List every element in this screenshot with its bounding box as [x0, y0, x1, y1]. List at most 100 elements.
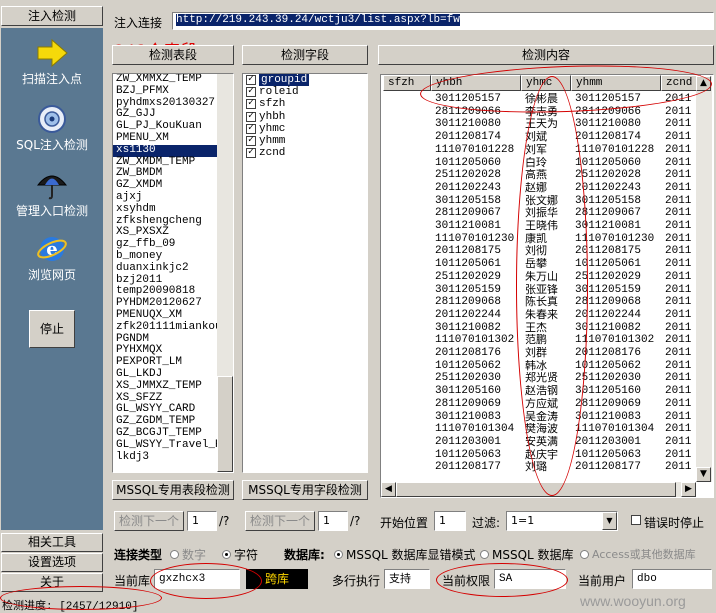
grid-column-header[interactable]: yhmm: [571, 75, 661, 91]
field-list-item[interactable]: ✓ sfzh: [243, 98, 367, 110]
table-index-input[interactable]: 1: [187, 511, 217, 531]
fields-listbox[interactable]: ✓ groupid ✓ roleid ✓ sfzh ✓ yhbh ✓ yhmc ✓ yhmm ✓ zcnd: [242, 73, 368, 473]
table-row[interactable]: 2011208175 刘彻 2011208175 2011: [381, 245, 697, 258]
db-mssql-error-mode[interactable]: MSSQL 数据库显错模式: [334, 546, 476, 563]
multi-exec-value[interactable]: 支持: [384, 569, 430, 589]
table-row[interactable]: 2811209066 李志勇 2811209066 2011: [381, 106, 697, 119]
scan-injection-item[interactable]: 扫描注入点: [1, 38, 103, 87]
table-row[interactable]: 2811209067 刘振华 2811209067 2011: [381, 207, 697, 220]
table-list-item[interactable]: PMENUQX_XM: [113, 309, 233, 322]
stop-on-error-checkbox[interactable]: [631, 515, 641, 525]
db-mssql[interactable]: MSSQL 数据库: [480, 546, 574, 563]
field-list-item[interactable]: ✓ groupid: [243, 74, 367, 87]
field-checkbox[interactable]: ✓: [246, 136, 256, 147]
cross-db-button[interactable]: 跨库: [246, 569, 308, 589]
table-row[interactable]: 3011205159 张亚锋 3011205159 2011: [381, 284, 697, 297]
tables-scrollbar[interactable]: [217, 74, 233, 472]
table-list-item[interactable]: PMENU_XM: [113, 132, 233, 145]
table-row[interactable]: 2011202243 赵娜 2011202243 2011: [381, 182, 697, 195]
field-list-item[interactable]: ✓ yhbh: [243, 111, 367, 123]
table-row[interactable]: 1011205060 白玲 1011205060 2011: [381, 157, 697, 170]
field-list-item[interactable]: ✓ yhmc: [243, 123, 367, 135]
admin-entry-item[interactable]: 管理入口检测: [1, 170, 103, 219]
url-input[interactable]: http://219.243.39.24/wctju3/list.aspx?lb…: [172, 12, 714, 30]
table-row[interactable]: 3011205158 张文娜 3011205158 2011: [381, 195, 697, 208]
table-row[interactable]: 3011210083 吴金涛 3011210083 2011: [381, 411, 697, 424]
stop-button[interactable]: 停止: [29, 310, 75, 348]
scroll-down-button[interactable]: ▼: [696, 467, 711, 482]
conn-type-string[interactable]: 字符: [222, 546, 258, 563]
table-list-item[interactable]: duanxinkjc2: [113, 262, 233, 275]
table-row[interactable]: 2811209069 方应斌 2811209069 2011: [381, 398, 697, 411]
table-row[interactable]: 111070101228 刘军 111070101228 2011: [381, 144, 697, 157]
field-checkbox[interactable]: ✓: [246, 99, 256, 110]
tables-listbox[interactable]: ZW_XMMXZ_TEMP BZJ_PFMX pyhdmxs20130327 GZ_G…: [112, 73, 234, 473]
table-list-item[interactable]: ajxj: [113, 191, 233, 204]
table-row[interactable]: 3011210081 王晓伟 3011210081 2011: [381, 220, 697, 233]
field-checkbox[interactable]: ✓: [246, 75, 256, 86]
detect-next-field-button[interactable]: 检测下一个: [245, 511, 315, 531]
conn-type-number[interactable]: 数字: [170, 546, 206, 563]
scroll-left-button[interactable]: ◀: [381, 482, 396, 497]
grid-hscroll-thumb[interactable]: [396, 482, 676, 497]
field-checkbox[interactable]: ✓: [246, 87, 256, 98]
table-row[interactable]: 2511202029 朱万山 2511202029 2011: [381, 271, 697, 284]
db-access-other[interactable]: Access或其他数据库: [580, 546, 696, 562]
table-list-item[interactable]: zfk201111miankou: [113, 321, 233, 334]
grid-column-header[interactable]: yhmc: [521, 75, 571, 91]
table-list-item[interactable]: GL_WSYY_Travel_RY: [113, 439, 233, 452]
table-list-item[interactable]: xsyhdm: [113, 203, 233, 216]
chevron-down-icon[interactable]: ▼: [602, 512, 617, 530]
about-button[interactable]: 关于: [1, 573, 103, 592]
grid-column-header[interactable]: yhbh: [431, 75, 521, 91]
table-row[interactable]: 3011205157 徐彬晨 3011205157 2011: [381, 93, 697, 106]
table-row[interactable]: 1011205062 韩冰 1011205062 2011: [381, 360, 697, 373]
table-row[interactable]: 3011205160 赵浩钢 3011205160 2011: [381, 385, 697, 398]
field-list-item[interactable]: ✓ zcnd: [243, 147, 367, 159]
filter-select[interactable]: 1=1 ▼: [506, 511, 618, 531]
field-index-input[interactable]: 1: [318, 511, 348, 531]
scroll-right-button[interactable]: ▶: [681, 482, 696, 497]
table-row[interactable]: 2811209068 陈长真 2811209068 2011: [381, 296, 697, 309]
field-checkbox[interactable]: ✓: [246, 123, 256, 134]
table-list-item[interactable]: GL_LKDJ: [113, 368, 233, 381]
field-list-item[interactable]: ✓ roleid: [243, 86, 367, 98]
table-row[interactable]: 2511202028 高燕 2511202028 2011: [381, 169, 697, 182]
table-row[interactable]: 2011208177 刘璐 2011208177 2011: [381, 461, 697, 474]
field-list-item[interactable]: ✓ yhmm: [243, 135, 367, 147]
table-row[interactable]: 2011208174 刘斌 2011208174 2011: [381, 131, 697, 144]
grid-vscrollbar[interactable]: ▲ ▼: [696, 76, 712, 482]
table-row[interactable]: 3011210080 王天为 3011210080 2011: [381, 118, 697, 131]
perm-value[interactable]: SA: [494, 569, 566, 589]
table-row[interactable]: 2011208176 刘群 2011208176 2011: [381, 347, 697, 360]
table-list-item[interactable]: lkdj3: [113, 451, 233, 464]
grid-column-header[interactable]: sfzh: [383, 75, 431, 91]
related-tools-button[interactable]: 相关工具: [1, 533, 103, 552]
table-row[interactable]: 2011203001 安英满 2011203001 2011: [381, 436, 697, 449]
grid-hscrollbar[interactable]: ◀ ▶: [381, 482, 696, 497]
current-db-value[interactable]: gxzhcx3: [154, 569, 240, 589]
table-list-item[interactable]: b_money: [113, 250, 233, 263]
field-checkbox[interactable]: ✓: [246, 111, 256, 122]
table-row[interactable]: 1011205063 赵庆宇 1011205063 2011: [381, 449, 697, 462]
table-row[interactable]: 2011202244 朱春来 2011202244 2011: [381, 309, 697, 322]
table-row[interactable]: 111070101230 康凯 111070101230 2011: [381, 233, 697, 246]
table-row[interactable]: 2511202030 郑光贤 2511202030 2011: [381, 372, 697, 385]
start-position-input[interactable]: 1: [434, 511, 466, 531]
table-list-item[interactable]: XS_JMMXZ_TEMP: [113, 380, 233, 393]
settings-button[interactable]: 设置选项: [1, 553, 103, 572]
table-list-item[interactable]: GZ_BCGJT_TEMP: [113, 427, 233, 440]
table-row[interactable]: 111070101304 樊海波 111070101304 2011: [381, 423, 697, 436]
content-grid[interactable]: sfzh yhbh yhmc yhmm zcnd 3011205157 徐彬晨 301120…: [380, 74, 714, 498]
table-row[interactable]: 1011205061 岳攀 1011205061 2011: [381, 258, 697, 271]
table-row[interactable]: 111070101302 范鹏 111070101302 2011: [381, 334, 697, 347]
mssql-table-detect-button[interactable]: MSSQL专用表段检测: [112, 480, 234, 500]
table-row[interactable]: 3011210082 王杰 3011210082 2011: [381, 322, 697, 335]
tables-scroll-thumb[interactable]: [217, 376, 233, 472]
user-value[interactable]: dbo: [632, 569, 712, 589]
mssql-field-detect-button[interactable]: MSSQL专用字段检测: [242, 480, 368, 500]
table-list-item[interactable]: BZJ_PFMX: [113, 85, 233, 98]
scroll-up-button[interactable]: ▲: [696, 76, 711, 91]
sql-injection-item[interactable]: SQL注入检测: [1, 104, 103, 153]
browse-web-item[interactable]: e 浏览网页: [1, 234, 103, 283]
